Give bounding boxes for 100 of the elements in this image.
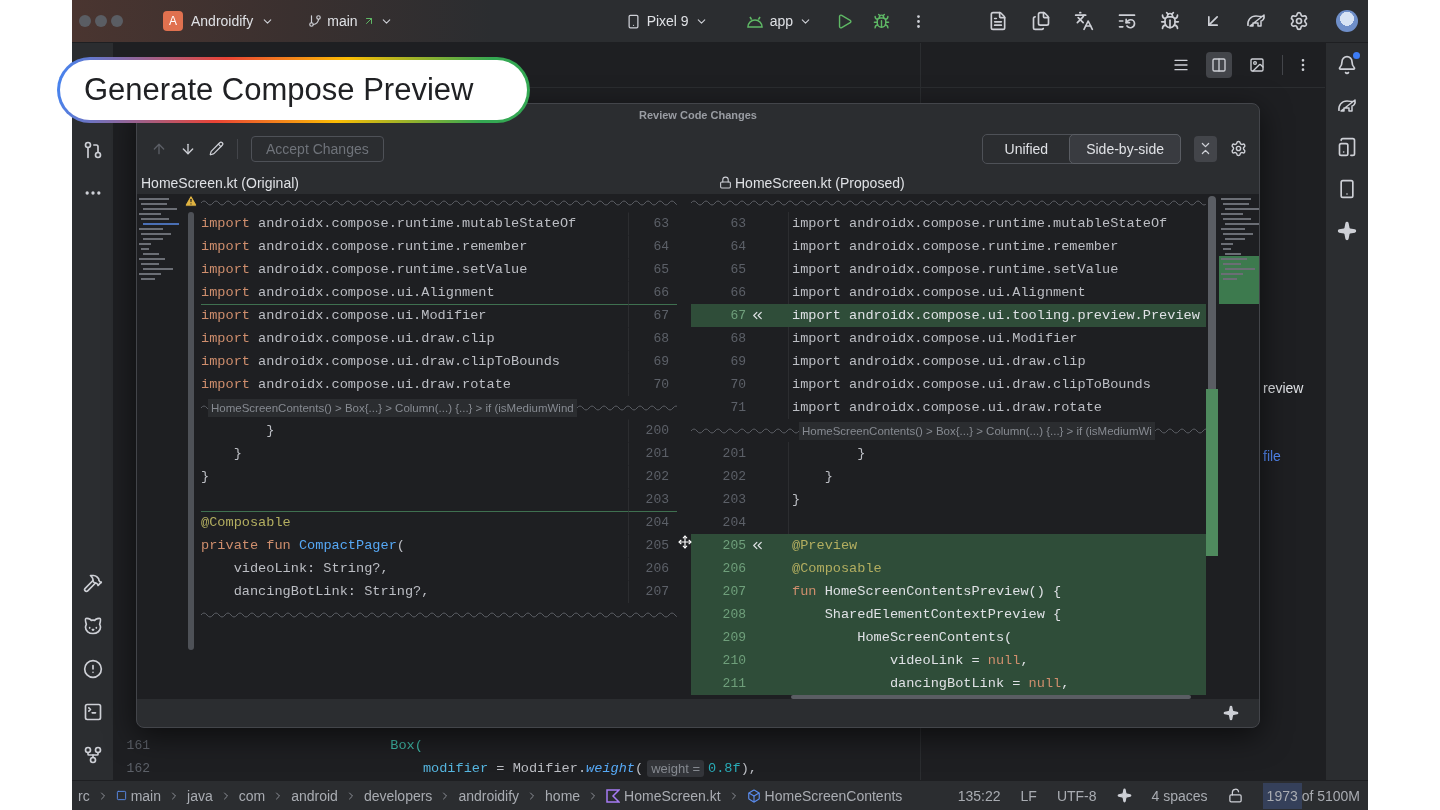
- sparkle-icon[interactable]: [1337, 221, 1357, 241]
- line-number: 64: [729, 238, 746, 256]
- line-number: 204: [721, 514, 746, 532]
- caret-position[interactable]: 135:22: [957, 787, 1001, 804]
- sparkle-icon[interactable]: [1116, 788, 1132, 803]
- line-number: 200: [644, 422, 670, 440]
- line-number: 63: [729, 215, 746, 233]
- git-icon[interactable]: [82, 745, 103, 765]
- document-icon[interactable]: [988, 11, 1008, 31]
- file-encoding[interactable]: UTF-8: [1056, 787, 1097, 804]
- hammer-icon[interactable]: [82, 573, 103, 593]
- pull-request-icon[interactable]: [82, 140, 103, 160]
- settings-icon[interactable]: [1230, 140, 1247, 157]
- breadcrumb-item[interactable]: rc: [78, 787, 90, 804]
- pencil-icon[interactable]: [209, 141, 224, 156]
- fold-line[interactable]: [691, 198, 1206, 208]
- alert-icon[interactable]: [82, 659, 103, 679]
- line-number: 206: [721, 560, 746, 578]
- breadcrumb-item[interactable]: android: [291, 787, 338, 804]
- line-number: 201: [644, 445, 670, 463]
- fold-line[interactable]: [691, 425, 799, 436]
- dialog-title: Review Code Changes: [639, 109, 757, 121]
- breadcrumb-item[interactable]: androidify: [458, 787, 520, 804]
- line-number: 68: [729, 330, 746, 348]
- run-icon[interactable]: [836, 12, 853, 30]
- elephant-icon[interactable]: [1246, 12, 1266, 30]
- file-type-icon: [606, 788, 621, 803]
- columns-icon: [1211, 57, 1227, 73]
- bug-icon[interactable]: [873, 12, 890, 30]
- image-icon: [1249, 57, 1265, 73]
- breadcrumb-item[interactable]: java: [187, 787, 213, 804]
- view-mode-button[interactable]: [1206, 52, 1232, 78]
- avatar[interactable]: [1336, 10, 1358, 32]
- code-line: import androidx.compose.ui.draw.clipToBounds: [201, 350, 629, 373]
- files-icon[interactable]: [1031, 11, 1051, 31]
- breadcrumb-item[interactable]: home: [545, 787, 581, 804]
- cat-icon[interactable]: [82, 616, 103, 636]
- code-line: SharedElementContextPreview {: [823, 606, 1063, 624]
- view-tab[interactable]: Unified: [982, 134, 1071, 163]
- notifications-icon[interactable]: [1337, 55, 1357, 75]
- fold-breadcrumb[interactable]: HomeScreenContents() > Box{...} > Column(...) {...} > if (isMediumWind: [208, 398, 577, 417]
- android-icon: [745, 14, 764, 28]
- line-number: 65: [729, 261, 746, 279]
- bug-icon[interactable]: [1160, 11, 1180, 31]
- code-line: import androidx.compose.ui.draw.rotate: [201, 373, 629, 396]
- code-line: import androidx.compose.ui.Modifier: [788, 327, 1206, 350]
- code-line: }: [201, 419, 629, 442]
- breadcrumb-item[interactable]: developers: [363, 787, 433, 804]
- breadcrumb-item[interactable]: HomeScreenContents: [764, 787, 903, 804]
- fold-line[interactable]: [576, 402, 677, 413]
- code-line: }: [201, 442, 629, 465]
- code-text: Box(: [389, 738, 423, 753]
- notification-badge: [1353, 52, 1360, 59]
- square-icon: [115, 790, 127, 801]
- collapse-button[interactable]: [1194, 135, 1217, 162]
- scrollbar[interactable]: [188, 212, 194, 650]
- unlocked-icon[interactable]: [1227, 788, 1243, 803]
- code-line: @Composable: [201, 511, 629, 534]
- line-number: 204: [629, 511, 677, 534]
- list-icon[interactable]: [1117, 11, 1137, 31]
- line-separator[interactable]: LF: [1020, 787, 1037, 804]
- line-number: 67: [629, 304, 677, 327]
- line-number: 208: [721, 606, 746, 624]
- phone-icon[interactable]: [1337, 179, 1357, 199]
- line-number: 207: [644, 583, 670, 601]
- code-line: import androidx.compose.ui.tooling.preview.Preview: [791, 307, 1201, 325]
- line-number: 202: [721, 468, 746, 486]
- translate-icon[interactable]: [1074, 11, 1094, 31]
- indent-setting[interactable]: 4 spaces: [1151, 787, 1208, 804]
- memory-indicator[interactable]: 1973 of 5100M: [1262, 782, 1364, 809]
- code-line: dancingBotLink: String?,: [201, 580, 629, 603]
- code-line: private fun CompactPager(: [201, 534, 629, 557]
- breadcrumb-item[interactable]: HomeScreen.kt: [624, 787, 721, 804]
- breadcrumb-item[interactable]: com: [238, 787, 266, 804]
- sparkle-icon[interactable]: [1223, 705, 1239, 721]
- terminal-icon[interactable]: [82, 702, 103, 722]
- view-tab[interactable]: Side-by-side: [1070, 134, 1180, 163]
- code-line: }: [201, 465, 629, 488]
- line-number: 66: [652, 284, 670, 302]
- project-name[interactable]: Androidify: [191, 13, 254, 29]
- branch-name[interactable]: main: [327, 13, 358, 29]
- code-line: videoLink = null,: [888, 652, 1030, 670]
- horizontal-scrollbar[interactable]: [791, 695, 1191, 699]
- warning-icon[interactable]: [184, 194, 198, 208]
- run-configuration[interactable]: app: [769, 13, 793, 29]
- code-line: videoLink: String?,: [201, 557, 629, 580]
- device-name[interactable]: Pixel 9: [646, 13, 689, 29]
- code-text: modifier = Modifier.weight(: [421, 761, 644, 776]
- line-number: 66: [729, 284, 746, 302]
- settings-icon[interactable]: [1289, 11, 1309, 31]
- code-line: dancingBotLink = null,: [888, 675, 1071, 693]
- fold-breadcrumb[interactable]: HomeScreenContents() > Box{...} > Column(...) {...} > if (isMediumWi: [799, 421, 1155, 440]
- breadcrumb-item[interactable]: main: [130, 787, 162, 804]
- line-number: 201: [721, 445, 746, 463]
- link[interactable]: file: [1263, 448, 1281, 464]
- fold-line[interactable]: [201, 609, 677, 620]
- devices-icon[interactable]: [1337, 137, 1357, 157]
- list-icon: [1173, 57, 1189, 73]
- line-number: 70: [729, 376, 746, 394]
- elephant-icon[interactable]: [1337, 97, 1357, 115]
